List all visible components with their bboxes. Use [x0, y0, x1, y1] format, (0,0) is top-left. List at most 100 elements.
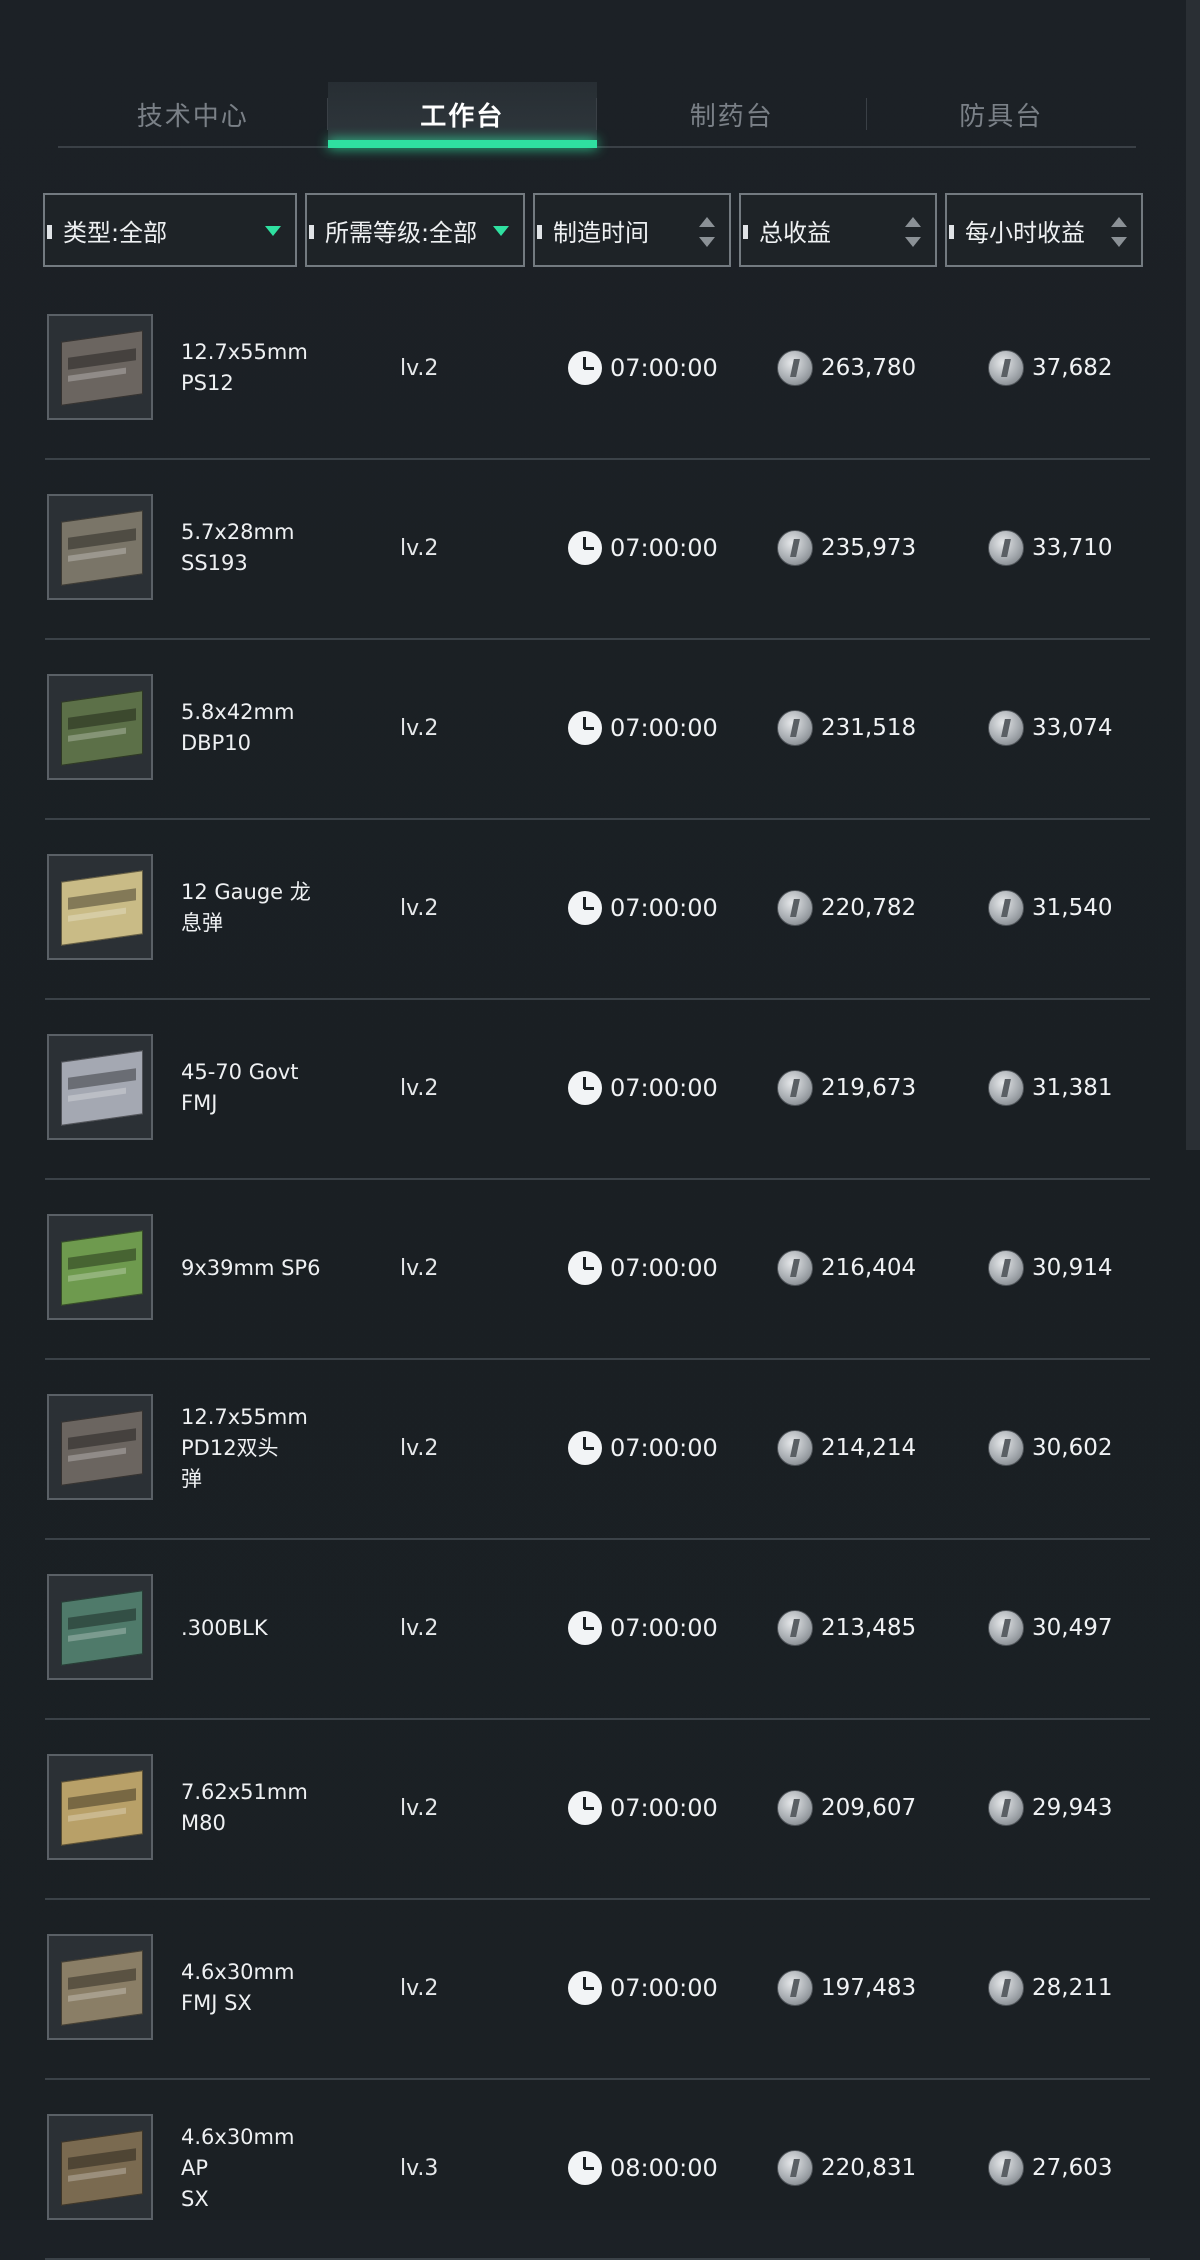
coin-icon: [777, 1970, 813, 2006]
craft-time: 07:00:00: [568, 1360, 718, 1536]
item-row[interactable]: 12.7x55mm PD12双头 弹 lv.2 07:00:00 214,214…: [45, 1360, 1150, 1540]
total-profit: 220,782: [777, 820, 916, 996]
total-profit: 197,483: [777, 1900, 916, 2076]
total-profit-value: 213,485: [821, 1615, 917, 1641]
item-list: 12.7x55mm PS12 lv.2 07:00:00 263,780 37,…: [45, 280, 1150, 2260]
coin-icon: [988, 1610, 1024, 1646]
sort-by-total-button[interactable]: 总收益: [739, 193, 937, 267]
item-row[interactable]: 4.6x30mm FMJ SX lv.2 07:00:00 197,483 28…: [45, 1900, 1150, 2080]
item-name: 4.6x30mm AP SX: [181, 2124, 295, 2211]
tab-label: 技术中心: [136, 101, 249, 132]
total-profit-value: 216,404: [821, 1255, 917, 1281]
tab-pharmacy[interactable]: 制药台: [597, 82, 867, 146]
craft-time: 07:00:00: [568, 460, 718, 636]
hourly-profit-value: 29,943: [1032, 1795, 1113, 1821]
item-level: lv.2: [400, 1255, 439, 1281]
hourly-profit-value: 31,381: [1032, 1075, 1113, 1101]
hourly-profit: 31,540: [988, 820, 1112, 996]
tab-armor-bench[interactable]: 防具台: [867, 82, 1137, 146]
clock-icon: [568, 711, 602, 745]
coin-icon: [777, 1430, 813, 1466]
sort-by-time-button[interactable]: 制造时间: [533, 193, 731, 267]
clock-icon: [568, 1071, 602, 1105]
total-profit-value: 231,518: [821, 715, 917, 741]
clock-icon: [568, 891, 602, 925]
filter-marker: [743, 225, 748, 239]
coin-icon: [988, 1070, 1024, 1106]
item-name: 12.7x55mm PS12: [181, 340, 308, 395]
ammo-box-icon: [61, 1950, 143, 2026]
type-filter-dropdown[interactable]: 类型:全部: [43, 193, 297, 267]
coin-icon: [777, 1250, 813, 1286]
coin-icon: [988, 1430, 1024, 1466]
tab-label: 防具台: [959, 101, 1044, 132]
total-profit-value: 209,607: [821, 1795, 917, 1821]
item-name: 5.8x42mm DBP10: [181, 700, 295, 755]
total-profit: 209,607: [777, 1720, 916, 1896]
clock-icon: [568, 1791, 602, 1825]
level-filter-dropdown[interactable]: 所需等级:全部: [305, 193, 525, 267]
ammo-box-icon: [61, 510, 143, 586]
ammo-box-icon: [61, 1410, 143, 1486]
total-profit: 214,214: [777, 1360, 916, 1536]
hourly-profit-value: 33,710: [1032, 535, 1113, 561]
item-level: lv.2: [400, 895, 439, 921]
item-row[interactable]: 9x39mm SP6 lv.2 07:00:00 216,404 30,914: [45, 1180, 1150, 1360]
clock-icon: [568, 531, 602, 565]
item-row[interactable]: 4.6x30mm AP SX lv.3 08:00:00 220,831 27,…: [45, 2080, 1150, 2260]
craft-time: 07:00:00: [568, 280, 718, 456]
craft-time-value: 07:00:00: [610, 894, 718, 922]
coin-icon: [777, 890, 813, 926]
coin-icon: [777, 530, 813, 566]
total-profit: 216,404: [777, 1180, 916, 1356]
tab-tech-center[interactable]: 技术中心: [58, 82, 328, 146]
sort-icon: [905, 217, 921, 247]
filter-label: 所需等级:全部: [325, 218, 478, 247]
item-row[interactable]: 12 Gauge 龙 息弹 lv.2 07:00:00 220,782 31,5…: [45, 820, 1150, 1000]
hourly-profit: 29,943: [988, 1720, 1112, 1896]
craft-time-value: 07:00:00: [610, 1434, 718, 1462]
filter-label: 总收益: [759, 218, 831, 247]
craft-time-value: 07:00:00: [610, 534, 718, 562]
total-profit-value: 197,483: [821, 1975, 917, 2001]
ammo-box-icon: [61, 1050, 143, 1126]
coin-icon: [777, 710, 813, 746]
item-row[interactable]: 45-70 Govt FMJ lv.2 07:00:00 219,673 31,…: [45, 1000, 1150, 1180]
clock-icon: [568, 1431, 602, 1465]
item-level: lv.2: [400, 1615, 439, 1641]
item-row[interactable]: 5.7x28mm SS193 lv.2 07:00:00 235,973 33,…: [45, 460, 1150, 640]
tab-workbench[interactable]: 工作台: [327, 82, 597, 148]
clock-icon: [568, 2151, 602, 2185]
hourly-profit: 37,682: [988, 280, 1112, 456]
item-name: 5.7x28mm SS193: [181, 520, 295, 575]
coin-icon: [988, 1790, 1024, 1826]
ammo-box-icon: [61, 690, 143, 766]
coin-icon: [988, 2150, 1024, 2186]
hourly-profit-value: 30,602: [1032, 1435, 1113, 1461]
filter-marker: [949, 225, 954, 239]
ammo-box-icon: [61, 2130, 143, 2206]
item-row[interactable]: .300BLK lv.2 07:00:00 213,485 30,497: [45, 1540, 1150, 1720]
active-tab-indicator: [327, 140, 597, 148]
tab-label: 工作台: [420, 101, 505, 132]
item-name: 7.62x51mm M80: [181, 1780, 308, 1835]
tab-bar: 技术中心 工作台 制药台 防具台: [58, 82, 1136, 148]
ammo-box-thumbnail: [47, 1214, 153, 1320]
sort-by-hourly-button[interactable]: 每小时收益: [945, 193, 1143, 267]
scrollbar[interactable]: [1186, 0, 1200, 1150]
item-row[interactable]: 5.8x42mm DBP10 lv.2 07:00:00 231,518 33,…: [45, 640, 1150, 820]
coin-icon: [988, 890, 1024, 926]
item-name: 12 Gauge 龙 息弹: [181, 880, 311, 935]
craft-time-value: 08:00:00: [610, 2154, 718, 2182]
item-row[interactable]: 7.62x51mm M80 lv.2 07:00:00 209,607 29,9…: [45, 1720, 1150, 1900]
ammo-box-thumbnail: [47, 1394, 153, 1500]
hourly-profit: 27,603: [988, 2080, 1112, 2256]
craft-time: 07:00:00: [568, 640, 718, 816]
item-row[interactable]: 12.7x55mm PS12 lv.2 07:00:00 263,780 37,…: [45, 280, 1150, 460]
ammo-box-icon: [61, 1770, 143, 1846]
item-level: lv.3: [400, 2155, 439, 2181]
item-name: 9x39mm SP6: [181, 1255, 321, 1280]
chevron-down-icon: [265, 226, 281, 236]
ammo-box-thumbnail: [47, 854, 153, 960]
ammo-box-thumbnail: [47, 1754, 153, 1860]
